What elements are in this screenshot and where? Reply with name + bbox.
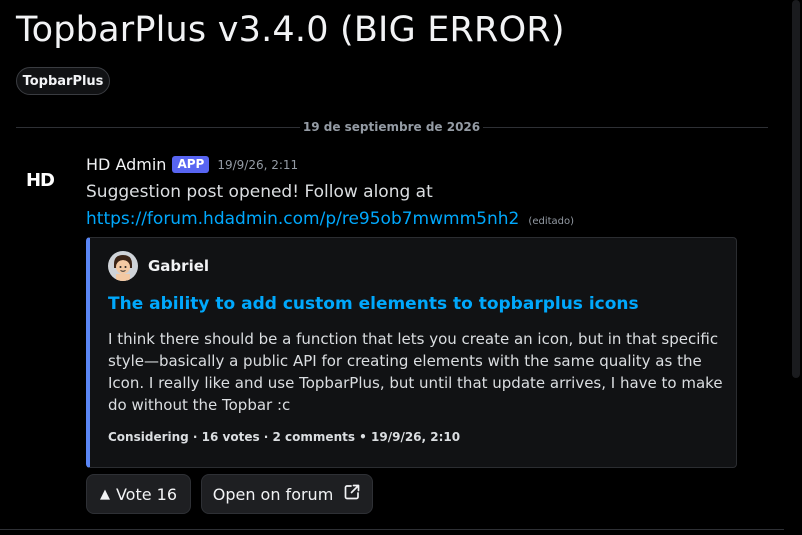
scrollbar[interactable]: [792, 0, 800, 378]
external-link-icon: [343, 483, 361, 505]
embed-title[interactable]: The ability to add custom elements to to…: [108, 294, 639, 314]
thread-title: TopbarPlus v3.4.0 (BIG ERROR): [16, 10, 565, 50]
open-on-forum-label: Open on forum: [212, 484, 334, 504]
date-divider-label: 19 de septiembre de 2026: [302, 120, 481, 134]
embed-author: Gabriel: [108, 251, 209, 281]
embed-description-line: do without the Topbar :c: [108, 396, 291, 414]
embed-author-name[interactable]: Gabriel: [148, 257, 209, 275]
edited-label: (editado): [528, 216, 575, 227]
triangle-up-icon: ▲: [99, 486, 110, 502]
date-divider-left: [16, 127, 300, 128]
suggestion-embed: Gabriel The ability to add custom elemen…: [86, 237, 737, 468]
embed-description-line: style—basically a public API for creatin…: [108, 352, 702, 370]
app-badge: APP: [172, 156, 210, 173]
vote-button[interactable]: ▲ Vote 16: [86, 474, 191, 514]
message-link-line: https://forum.hdadmin.com/p/re95ob7mwmm5…: [86, 209, 574, 229]
forum-tag[interactable]: TopbarPlus: [16, 67, 110, 95]
author-name[interactable]: HD Admin: [86, 155, 166, 174]
embed-footer: Considering · 16 votes · 2 comments • 19…: [108, 430, 461, 444]
message-timestamp: 19/9/26, 2:11: [217, 157, 299, 172]
embed-description-line: Icon. I really like and use TopbarPlus, …: [108, 374, 723, 392]
embed-description: I think there should be a function that …: [108, 328, 723, 416]
embed-description-line: I think there should be a function that …: [108, 330, 719, 348]
vote-button-label: Vote 16: [115, 484, 178, 504]
message-header: HD Admin APP 19/9/26, 2:11: [86, 155, 298, 174]
message-text: Suggestion post opened! Follow along at: [86, 182, 433, 202]
embed-author-avatar: [108, 251, 138, 281]
bottom-divider: [0, 529, 784, 530]
date-divider-right: [483, 127, 768, 128]
forum-post-link[interactable]: https://forum.hdadmin.com/p/re95ob7mwmm5…: [86, 209, 519, 229]
open-on-forum-button[interactable]: Open on forum: [201, 474, 373, 514]
author-avatar[interactable]: HD: [18, 158, 62, 202]
